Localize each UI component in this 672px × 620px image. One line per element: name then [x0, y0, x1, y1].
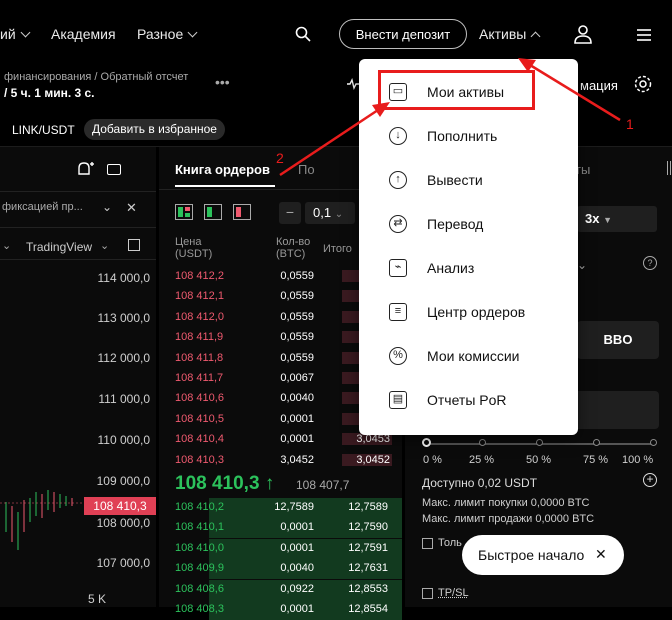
annotation-number: 2	[276, 150, 284, 166]
annotation-number: 1	[626, 116, 634, 132]
annotation-arrows	[0, 0, 672, 607]
